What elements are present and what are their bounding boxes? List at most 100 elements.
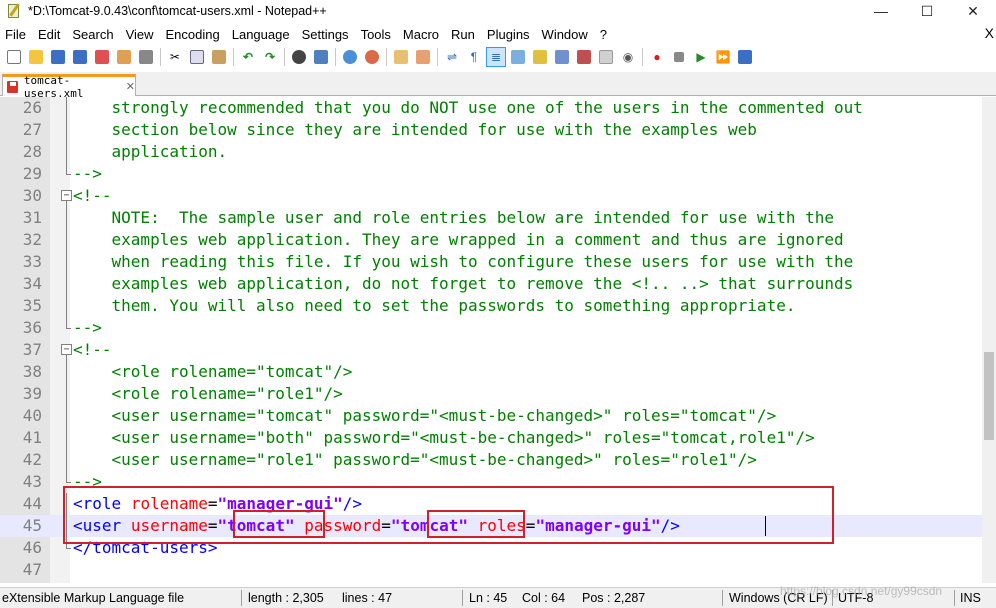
user-lang-icon[interactable] xyxy=(509,48,527,66)
menu-plugins[interactable]: Plugins xyxy=(482,27,537,42)
code-text: NOTE: The sample user and role entries b… xyxy=(73,207,834,229)
code-line[interactable]: 42 <user username="role1" password="<mus… xyxy=(0,449,982,471)
code-line[interactable]: 47 xyxy=(0,559,982,581)
save-all-icon[interactable] xyxy=(71,48,89,66)
zoom-out-icon[interactable] xyxy=(363,48,381,66)
menu-help[interactable]: ? xyxy=(595,27,614,42)
doc-map-icon[interactable] xyxy=(531,48,549,66)
open-file-icon[interactable] xyxy=(27,48,45,66)
print-icon[interactable] xyxy=(137,48,155,66)
code-line[interactable]: 33 when reading this file. If you wish t… xyxy=(0,251,982,273)
vertical-scrollbar[interactable] xyxy=(982,97,996,583)
undo-icon[interactable]: ↶ xyxy=(239,48,257,66)
close-button[interactable]: ✕ xyxy=(950,0,996,22)
menu-settings[interactable]: Settings xyxy=(297,27,356,42)
code-token: section below since they are intended fo… xyxy=(73,120,757,139)
play-multiple-icon[interactable]: ⏩ xyxy=(714,48,732,66)
menu-edit[interactable]: Edit xyxy=(33,27,67,42)
maximize-button[interactable]: ☐ xyxy=(904,0,950,22)
new-file-icon[interactable] xyxy=(5,48,23,66)
code-line[interactable]: 27 section below since they are intended… xyxy=(0,119,982,141)
toolbar-separator xyxy=(437,48,438,66)
menu-language[interactable]: Language xyxy=(227,27,297,42)
show-all-chars-icon[interactable]: ¶ xyxy=(465,48,483,66)
code-line[interactable]: 31 NOTE: The sample user and role entrie… xyxy=(0,207,982,229)
code-line[interactable]: 28 application. xyxy=(0,141,982,163)
line-number: 37 xyxy=(22,340,42,359)
fold-end-marker xyxy=(66,548,71,549)
find-icon[interactable] xyxy=(290,48,308,66)
code-line[interactable]: 35 them. You will also need to set the p… xyxy=(0,295,982,317)
paste-icon[interactable] xyxy=(210,48,228,66)
line-number: 30 xyxy=(22,186,42,205)
code-line[interactable]: 36 --> xyxy=(0,317,982,339)
sync-horizontal-icon[interactable] xyxy=(414,48,432,66)
status-insert-mode[interactable]: INS xyxy=(960,591,981,605)
eye-icon[interactable]: ◉ xyxy=(619,48,637,66)
tab-tomcat-users[interactable]: tomcat-users.xml ✕ xyxy=(2,74,136,100)
status-lines: lines : 47 xyxy=(342,591,393,605)
menu-encoding[interactable]: Encoding xyxy=(161,27,227,42)
code-line[interactable]: 39 <role rolename="role1"/> xyxy=(0,383,982,405)
code-text: <user username="tomcat" password="<must-… xyxy=(73,405,777,427)
menu-view[interactable]: View xyxy=(121,27,161,42)
function-list-icon[interactable] xyxy=(553,48,571,66)
code-line[interactable]: 26 strongly recommended that you do NOT … xyxy=(0,97,982,119)
window-title: *D:\Tomcat-9.0.43\conf\tomcat-users.xml … xyxy=(28,4,327,18)
code-token: <!-- xyxy=(73,186,112,205)
fold-end-marker xyxy=(66,328,71,329)
record-macro-icon[interactable]: ● xyxy=(648,48,666,66)
word-wrap-icon[interactable]: ⇌ xyxy=(443,48,461,66)
code-token: application. xyxy=(73,142,228,161)
text-caret xyxy=(765,516,766,536)
close-file-icon[interactable] xyxy=(93,48,111,66)
menu-bar: File Edit Search View Encoding Language … xyxy=(0,24,996,44)
status-position: Pos : 2,287 xyxy=(582,591,646,605)
tab-close-icon[interactable]: ✕ xyxy=(126,80,135,93)
menu-run[interactable]: Run xyxy=(446,27,482,42)
indent-guide-icon[interactable]: ≣ xyxy=(486,47,506,67)
play-macro-icon[interactable]: ▶ xyxy=(692,48,710,66)
text-editor[interactable]: 26 strongly recommended that you do NOT … xyxy=(0,97,996,583)
line-number: 46 xyxy=(22,538,42,557)
code-line[interactable]: 32 examples web application. They are wr… xyxy=(0,229,982,251)
toolbar-separator xyxy=(160,48,161,66)
monitoring-icon[interactable] xyxy=(597,48,615,66)
sync-vertical-icon[interactable] xyxy=(392,48,410,66)
stop-record-icon[interactable] xyxy=(670,48,688,66)
fold-guide xyxy=(66,201,67,328)
scrollbar-thumb[interactable] xyxy=(984,352,994,440)
close-document-button[interactable]: X xyxy=(985,25,994,41)
redo-icon[interactable]: ↷ xyxy=(261,48,279,66)
menu-macro[interactable]: Macro xyxy=(398,27,446,42)
copy-icon[interactable] xyxy=(188,48,206,66)
highlight-box-username xyxy=(233,510,325,538)
code-line[interactable]: 29 --> xyxy=(0,163,982,185)
folder-workspace-icon[interactable] xyxy=(575,48,593,66)
menu-window[interactable]: Window xyxy=(537,27,595,42)
toolbar-separator xyxy=(642,48,643,66)
save-icon[interactable] xyxy=(49,48,67,66)
status-divider xyxy=(462,590,463,606)
menu-search[interactable]: Search xyxy=(67,27,120,42)
fold-toggle-icon[interactable]: − xyxy=(61,190,72,201)
zoom-in-icon[interactable] xyxy=(341,48,359,66)
code-line[interactable]: 41 <user username="both" password="<must… xyxy=(0,427,982,449)
code-line[interactable]: 34 examples web application, do not forg… xyxy=(0,273,982,295)
replace-icon[interactable] xyxy=(312,48,330,66)
cut-icon[interactable]: ✂ xyxy=(166,48,184,66)
menu-tools[interactable]: Tools xyxy=(356,27,398,42)
close-all-icon[interactable] xyxy=(115,48,133,66)
code-line[interactable]: 30 <!-- xyxy=(0,185,982,207)
code-token: <!-- xyxy=(73,340,112,359)
code-text: --> xyxy=(73,317,102,339)
menu-file[interactable]: File xyxy=(0,27,33,42)
code-line[interactable]: 40 <user username="tomcat" password="<mu… xyxy=(0,405,982,427)
code-line[interactable]: 38 <role rolename="tomcat"/> xyxy=(0,361,982,383)
minimize-button[interactable]: — xyxy=(858,0,904,22)
code-line[interactable]: 37 <!-- xyxy=(0,339,982,361)
code-token: <role rolename="tomcat"/> xyxy=(73,362,353,381)
code-text: examples web application, do not forget … xyxy=(73,273,854,295)
fold-toggle-icon[interactable]: − xyxy=(61,344,72,355)
save-macro-icon[interactable] xyxy=(736,48,754,66)
